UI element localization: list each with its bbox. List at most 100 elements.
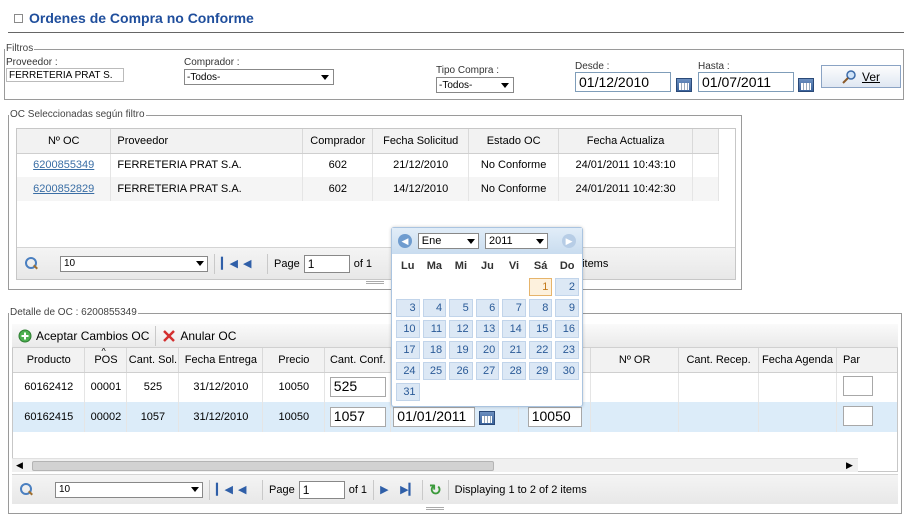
ver-button[interactable]: Ver — [821, 65, 901, 88]
refresh-icon[interactable]: ↻ — [429, 481, 442, 499]
table-cell: No Conforme — [468, 177, 560, 201]
calendar-icon[interactable] — [676, 78, 692, 92]
column-header[interactable]: Cant. Recep. — [678, 348, 760, 373]
calendar-day[interactable]: 25 — [422, 362, 447, 380]
last-page-icon[interactable]: ▶▎ — [400, 483, 417, 496]
column-header[interactable]: Cant. Sol. — [126, 348, 180, 373]
table-cell: 10050 — [262, 402, 326, 432]
oc-link-cell[interactable]: 6200855349 — [17, 153, 112, 177]
resize-handle[interactable] — [366, 281, 384, 284]
horizontal-scrollbar[interactable]: ◀ ▶ — [12, 458, 858, 472]
next-page-icon[interactable]: ▶ — [380, 483, 396, 496]
calendar-day[interactable]: 3 — [396, 299, 420, 317]
column-header[interactable]: Producto — [13, 348, 86, 373]
calendar-day[interactable]: 5 — [449, 299, 473, 317]
par-input[interactable] — [842, 405, 873, 426]
column-header[interactable]: Fecha Entrega — [178, 348, 264, 373]
calendar-day[interactable]: 22 — [528, 341, 553, 359]
scrollbar-thumb[interactable] — [32, 461, 494, 471]
column-header[interactable]: ^ POS — [84, 348, 128, 373]
resize-handle[interactable] — [426, 507, 444, 510]
calendar-day[interactable]: 16 — [555, 320, 579, 338]
cant-conf-input[interactable]: 1057 — [329, 407, 386, 427]
prev-month-icon[interactable]: ◀ — [398, 234, 412, 248]
next-month-icon[interactable]: ▶ — [562, 234, 576, 248]
calendar-day[interactable]: 19 — [449, 341, 473, 359]
column-header[interactable]: Nº OC — [17, 129, 112, 154]
calendar-day[interactable]: 17 — [396, 341, 420, 359]
weekday-label: Ma — [426, 260, 442, 272]
calendar-day[interactable]: 7 — [502, 299, 526, 317]
oc-number-link[interactable]: 6200852829 — [33, 183, 94, 195]
precio-edit-input[interactable]: 10050 — [527, 407, 582, 427]
calendar-icon[interactable] — [798, 78, 814, 92]
aceptar-button[interactable]: Aceptar Cambios OC — [12, 329, 149, 343]
calendar-day[interactable]: 27 — [475, 362, 500, 380]
column-header[interactable]: Proveedor — [110, 129, 304, 154]
oc-number-link[interactable]: 6200855349 — [33, 159, 94, 171]
oc-link-cell[interactable]: 6200852829 — [17, 177, 112, 201]
prev-page-icon[interactable]: ◀ — [238, 483, 256, 496]
column-header[interactable]: Precio — [262, 348, 326, 373]
first-page-icon[interactable]: ▎◀ — [221, 257, 238, 270]
tipo-compra-select[interactable]: -Todos- — [436, 77, 514, 93]
calendar-day[interactable]: 14 — [502, 320, 526, 338]
calendar-day[interactable]: 1 — [528, 278, 553, 296]
page-size-select[interactable]: 10 — [55, 481, 203, 498]
column-header[interactable]: Comprador — [302, 129, 374, 154]
page-number-input[interactable]: 1 — [298, 480, 345, 499]
prev-page-icon[interactable]: ◀ — [243, 257, 261, 270]
first-page-icon[interactable]: ▎◀ — [216, 483, 233, 496]
calendar-day[interactable]: 30 — [555, 362, 579, 380]
calendar-day[interactable]: 9 — [555, 299, 579, 317]
calendar-day[interactable]: 26 — [449, 362, 473, 380]
fecha-edit-input[interactable]: 01/01/2011 — [393, 407, 476, 427]
table-cell: 60162412 — [13, 372, 86, 402]
table-cell: 1057 — [126, 402, 180, 432]
calendar-day[interactable]: 31 — [396, 383, 420, 401]
calendar-day[interactable]: 4 — [422, 299, 447, 317]
par-input[interactable] — [842, 375, 873, 396]
desde-input[interactable]: 01/12/2010 — [575, 72, 671, 92]
table-row[interactable]: 6200855349 FERRETERIA PRAT S.A. 602 21/1… — [17, 153, 719, 177]
column-header[interactable]: Par — [836, 348, 897, 373]
calendar-day[interactable]: 23 — [555, 341, 579, 359]
calendar-day[interactable]: 11 — [422, 320, 447, 338]
month-select[interactable]: Ene — [417, 233, 480, 249]
hasta-input[interactable]: 01/07/2011 — [698, 72, 794, 92]
calendar-day[interactable]: 10 — [396, 320, 420, 338]
calendar-day[interactable]: 8 — [528, 299, 553, 317]
proveedor-field[interactable]: FERRETERIA PRAT S. — [6, 68, 124, 82]
column-header[interactable]: Estado OC — [468, 129, 560, 154]
anular-button[interactable]: Anular OC — [162, 329, 236, 343]
calendar-day[interactable]: 24 — [396, 362, 420, 380]
column-header[interactable]: Fecha Actualiza — [558, 129, 694, 154]
calendar-day[interactable]: 18 — [422, 341, 447, 359]
calendar-day[interactable]: 13 — [475, 320, 500, 338]
search-icon[interactable] — [25, 257, 38, 270]
column-header[interactable]: Cant. Conf. — [324, 348, 392, 373]
calendar-day[interactable]: 12 — [449, 320, 473, 338]
column-header[interactable]: Fecha Agenda — [758, 348, 837, 373]
page-size-select[interactable]: 10 — [60, 255, 208, 272]
calendar-day[interactable]: 20 — [475, 341, 500, 359]
calendar-day[interactable]: 2 — [555, 278, 579, 296]
column-header[interactable]: Nº OR — [590, 348, 680, 373]
sort-asc-icon: ^ — [101, 348, 106, 356]
comprador-select[interactable]: -Todos- — [184, 69, 334, 85]
calendar-day[interactable]: 6 — [475, 299, 500, 317]
search-icon[interactable] — [20, 483, 33, 496]
cant-conf-input[interactable]: 525 — [329, 377, 386, 398]
scroll-left-icon[interactable]: ◀ — [16, 460, 23, 471]
collapse-checkbox[interactable] — [14, 13, 23, 23]
calendar-icon[interactable] — [479, 411, 496, 426]
calendar-day[interactable]: 29 — [528, 362, 553, 380]
year-select[interactable]: 2011 — [485, 233, 549, 249]
page-number-input[interactable]: 1 — [303, 254, 350, 273]
scroll-right-icon[interactable]: ▶ — [846, 460, 853, 471]
calendar-day[interactable]: 15 — [528, 320, 553, 338]
calendar-day[interactable]: 28 — [502, 362, 526, 380]
calendar-day[interactable]: 21 — [502, 341, 526, 359]
table-row[interactable]: 6200852829 FERRETERIA PRAT S.A. 602 14/1… — [17, 177, 719, 201]
column-header[interactable]: Fecha Solicitud — [372, 129, 470, 154]
